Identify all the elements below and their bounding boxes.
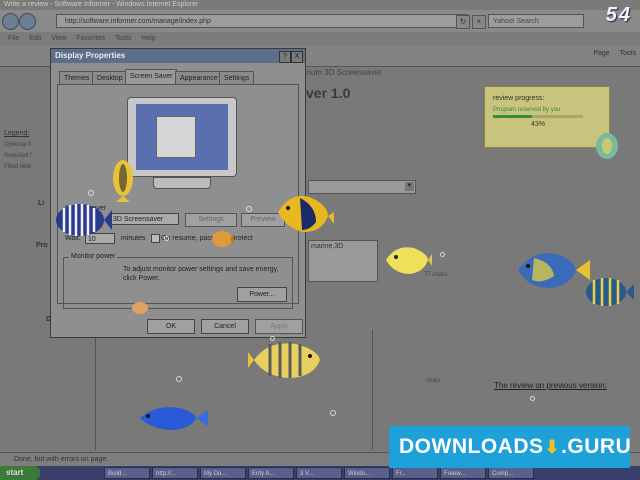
legend-filled: Filled field bbox=[4, 164, 32, 170]
tab-screen-saver[interactable]: Screen Saver bbox=[125, 69, 178, 84]
address-bar[interactable]: http://software.informer.com/manage/inde… bbox=[56, 14, 468, 28]
fps-counter: 54 bbox=[605, 4, 632, 26]
start-button[interactable]: start bbox=[0, 466, 40, 480]
angelfish-blue-striped bbox=[56, 204, 112, 236]
striped-angelfish bbox=[248, 342, 320, 378]
menu-view[interactable]: View bbox=[51, 35, 66, 42]
tiny-orange-fish bbox=[132, 302, 148, 314]
command-bar-right: Page Tools bbox=[585, 50, 636, 57]
taskbar-item[interactable]: Enfy A... bbox=[248, 467, 294, 479]
cancel-button[interactable]: Cancel bbox=[201, 319, 249, 334]
menu-favorites[interactable]: Favorites bbox=[76, 35, 105, 42]
legend-required: Required f bbox=[4, 153, 32, 159]
downloads-guru-watermark: DOWNLOADS⬇.GURU bbox=[389, 426, 631, 468]
refresh-icon[interactable]: ↻ bbox=[456, 15, 470, 29]
chars-label: chars bbox=[426, 378, 441, 384]
left-label-1: Li bbox=[38, 200, 45, 207]
butterflyfish-yellow bbox=[113, 160, 133, 202]
monitor-stand bbox=[153, 177, 211, 189]
taskbar-item[interactable]: My Do... bbox=[200, 467, 246, 479]
tab-appearance[interactable]: Appearance bbox=[175, 71, 223, 84]
divider bbox=[95, 330, 96, 450]
monitor-preview bbox=[127, 97, 237, 189]
monitor-power-label: Monitor power bbox=[69, 253, 118, 260]
tab-themes[interactable]: Themes bbox=[59, 71, 95, 84]
browser-titlebar: Write a review - Software Informer - Win… bbox=[0, 0, 640, 10]
page-subtitle: arium 3D Screensaver bbox=[302, 68, 382, 77]
review-progress-percent: 43% bbox=[531, 121, 546, 128]
watermark-brand: DOWNLOADS bbox=[399, 435, 544, 458]
chevron-down-icon: ▼ bbox=[405, 182, 414, 191]
review-progress-box: review progress: Program reserved by you… bbox=[484, 86, 610, 148]
monitor-screen bbox=[136, 104, 228, 170]
previous-review-link[interactable]: The review on previous version: bbox=[494, 381, 607, 390]
bubble bbox=[246, 206, 252, 212]
bubble bbox=[330, 410, 336, 416]
page-menu[interactable]: Page bbox=[593, 50, 609, 57]
review-progress-bar bbox=[493, 115, 583, 118]
apply-button[interactable]: Apply bbox=[255, 319, 303, 334]
dialog-titlebar: Display Properties bbox=[51, 49, 305, 63]
screensaver-select-value: 3D Screensaver bbox=[113, 216, 164, 223]
resume-password-checkbox[interactable] bbox=[151, 234, 160, 243]
preview-window bbox=[156, 116, 196, 158]
close-button[interactable]: X bbox=[291, 51, 303, 63]
small-orange-fish bbox=[212, 231, 234, 247]
legend-optional: Optional fi bbox=[4, 142, 32, 148]
menu-tools[interactable]: Tools bbox=[115, 35, 131, 42]
tab-desktop[interactable]: Desktop bbox=[92, 71, 128, 84]
bubble bbox=[270, 336, 275, 341]
left-label-2: Pro bbox=[36, 242, 48, 249]
screensaver-select[interactable]: 3D Screensaver bbox=[109, 213, 179, 225]
tab-settings[interactable]: Settings bbox=[219, 71, 255, 84]
watermark-suffix: .GURU bbox=[561, 435, 632, 458]
taskbar-item[interactable]: Windo... bbox=[344, 467, 390, 479]
download-arrow-icon: ⬇ bbox=[544, 437, 561, 457]
ok-button[interactable]: OK bbox=[147, 319, 195, 334]
review-progress-subtitle: Program reserved by you bbox=[493, 107, 561, 113]
tools-menu[interactable]: Tools bbox=[620, 50, 636, 57]
watermark-text: DOWNLOADS⬇.GURU bbox=[399, 435, 631, 459]
settings-button[interactable]: Settings bbox=[185, 213, 237, 227]
search-input[interactable]: Yahoo! Search bbox=[488, 14, 584, 28]
angelfish-yellow-blue bbox=[278, 195, 334, 232]
taskbar-item[interactable]: Freew... bbox=[440, 467, 486, 479]
bubble bbox=[176, 376, 182, 382]
address-toolbar: http://software.informer.com/manage/inde… bbox=[0, 10, 640, 32]
small-teal-fish bbox=[596, 133, 618, 159]
monitor-power-description: To adjust monitor power settings and sav… bbox=[123, 266, 279, 282]
divider bbox=[372, 330, 373, 450]
keywords-field[interactable]: marine,3D bbox=[308, 240, 378, 282]
taskbar-item[interactable]: 3 V... bbox=[296, 467, 342, 479]
back-button[interactable] bbox=[2, 13, 19, 30]
forward-button[interactable] bbox=[19, 13, 36, 30]
taskbar-item[interactable]: Comp... bbox=[488, 467, 534, 479]
menu-bar: File Edit View Favorites Tools Help bbox=[0, 32, 640, 46]
bubble bbox=[164, 236, 169, 241]
blue-cichlid-fish bbox=[140, 407, 208, 430]
taskbar-item[interactable]: http://... bbox=[152, 467, 198, 479]
monitor-icon bbox=[127, 97, 237, 177]
yellow-tang-fish bbox=[386, 247, 432, 274]
resume-password-label: On resume, password protect bbox=[161, 235, 253, 242]
taskbar-item[interactable]: Build... bbox=[104, 467, 150, 479]
menu-help[interactable]: Help bbox=[141, 35, 155, 42]
help-button[interactable]: ? bbox=[279, 51, 291, 63]
menu-file[interactable]: File bbox=[8, 35, 19, 42]
stop-icon[interactable]: × bbox=[472, 15, 486, 29]
menu-edit[interactable]: Edit bbox=[29, 35, 41, 42]
review-progress-title: review progress: bbox=[493, 95, 545, 102]
striped-blue-fish bbox=[586, 278, 634, 306]
taskbar: start Build... http://... My Do... Enfy … bbox=[0, 466, 640, 480]
bubble bbox=[530, 396, 535, 401]
taskbar-item[interactable]: Fr... bbox=[392, 467, 438, 479]
bubble bbox=[88, 190, 94, 196]
bubble bbox=[440, 252, 445, 257]
blue-yellow-angelfish bbox=[518, 253, 590, 288]
review-progress-fill bbox=[493, 115, 532, 118]
page-title: ver 1.0 bbox=[306, 85, 351, 101]
minutes-label: minutes bbox=[121, 235, 146, 242]
power-button[interactable]: Power... bbox=[237, 287, 287, 302]
legend-label: Legend: bbox=[4, 130, 30, 137]
